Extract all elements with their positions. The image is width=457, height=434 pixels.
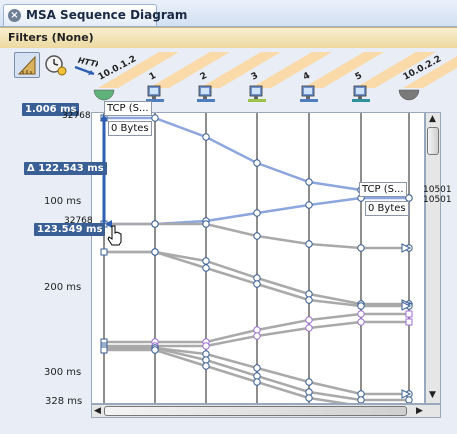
network-endpoint-icon[interactable] bbox=[398, 89, 420, 101]
packet-hop-dot bbox=[253, 232, 261, 240]
packet-hop-dot bbox=[305, 290, 313, 298]
time-axis-tick: 100 ms bbox=[44, 196, 82, 207]
node-label[interactable]: 5 bbox=[354, 71, 364, 83]
time-axis-tick: 300 ms bbox=[44, 367, 82, 378]
packet-path[interactable] bbox=[104, 318, 413, 350]
packet-hop-dot bbox=[253, 364, 261, 372]
packet-hop-dot bbox=[305, 240, 313, 248]
packet-hop-dot bbox=[357, 244, 365, 252]
diagram-area: HTTP 10.0.1.2 1 2 3 4 5 10.0.2.2 100 ms 200 ms 3… bbox=[0, 48, 457, 434]
packet-hop-dot bbox=[202, 342, 210, 350]
packet-hop-dot bbox=[202, 257, 210, 265]
cutoff-value: 32768 bbox=[62, 111, 91, 121]
packet-hop-dot bbox=[357, 396, 365, 404]
packet-hop-dot bbox=[305, 394, 313, 402]
time-axis-tick: 200 ms bbox=[44, 282, 82, 293]
packet-hop-dot bbox=[253, 326, 261, 334]
scroll-right-icon[interactable]: ▶ bbox=[416, 406, 423, 416]
packet-hop-dot bbox=[253, 372, 261, 380]
cutoff-value: 32768 bbox=[64, 216, 93, 226]
delta-time-marker: Δ 122.543 ms bbox=[24, 162, 107, 175]
packet-hop-dot bbox=[151, 114, 159, 122]
horizontal-scroll-thumb[interactable] bbox=[104, 406, 407, 416]
packet-hop-dot bbox=[202, 133, 210, 141]
packet-hop-dot bbox=[202, 264, 210, 272]
right-value: 10501 bbox=[423, 185, 452, 195]
computer-node-icon[interactable] bbox=[197, 85, 215, 102]
packet-hop-dot bbox=[305, 388, 313, 396]
packet-end-marker bbox=[405, 310, 413, 318]
tab-bar: × MSA Sequence Diagram bbox=[0, 0, 457, 27]
packet-path[interactable] bbox=[104, 310, 413, 346]
packet-hop-dot bbox=[305, 296, 313, 304]
tab-msa-sequence-diagram[interactable]: × MSA Sequence Diagram bbox=[3, 4, 187, 26]
scroll-down-icon[interactable]: ▼ bbox=[429, 390, 436, 400]
node-label[interactable]: 1 bbox=[148, 71, 158, 83]
packet-annotation-detail: 0 Bytes bbox=[108, 121, 152, 136]
network-endpoint-icon[interactable] bbox=[93, 89, 115, 101]
scroll-left-icon[interactable]: ◀ bbox=[94, 406, 101, 416]
tab-title: MSA Sequence Diagram bbox=[26, 8, 188, 22]
packet-hop-dot bbox=[305, 324, 313, 332]
packet-source-marker[interactable] bbox=[100, 248, 108, 256]
vertical-scroll-thumb[interactable] bbox=[427, 127, 439, 155]
time-axis-tick: 328 ms bbox=[45, 396, 83, 407]
packet-hop-dot bbox=[202, 220, 210, 228]
node-label[interactable]: 3 bbox=[250, 71, 260, 83]
packet-annotation-title[interactable]: TCP (S... bbox=[104, 101, 152, 116]
packet-annotation-detail: 0 Bytes bbox=[365, 201, 409, 216]
packet-hop-dot bbox=[305, 378, 313, 386]
packet-hop-dot bbox=[253, 159, 261, 167]
filter-bar[interactable]: Filters (None) bbox=[0, 27, 457, 49]
msa-sequence-diagram-window: × MSA Sequence Diagram Filters (None) HT… bbox=[0, 0, 457, 434]
packet-hop-dot bbox=[357, 318, 365, 326]
packet-source-marker[interactable] bbox=[100, 346, 108, 354]
packet-hop-dot bbox=[253, 332, 261, 340]
sequence-lines bbox=[100, 113, 413, 410]
packet-path[interactable] bbox=[104, 248, 413, 308]
packet-hop-dot bbox=[151, 220, 159, 228]
computer-node-icon[interactable] bbox=[352, 85, 370, 102]
hand-cursor-icon bbox=[107, 225, 122, 246]
sequence-plot[interactable] bbox=[91, 112, 425, 410]
packet-path[interactable] bbox=[104, 344, 413, 398]
packet-end-marker bbox=[405, 318, 413, 326]
packet-hop-dot bbox=[253, 209, 261, 217]
close-icon[interactable]: × bbox=[8, 9, 21, 22]
packet-hop-dot bbox=[253, 274, 261, 282]
packet-hop-dot bbox=[202, 362, 210, 370]
computer-node-icon[interactable] bbox=[300, 85, 318, 102]
right-value: 10501 bbox=[423, 195, 452, 205]
packet-hop-dot bbox=[202, 350, 210, 358]
packet-hop-dot bbox=[405, 396, 413, 404]
computer-node-icon[interactable] bbox=[146, 85, 164, 102]
packet-hop-dot bbox=[305, 201, 313, 209]
computer-node-icon[interactable] bbox=[248, 85, 266, 102]
node-label[interactable]: 2 bbox=[199, 71, 209, 83]
packet-annotation-title[interactable]: TCP (S... bbox=[359, 182, 407, 197]
node-label[interactable]: 4 bbox=[302, 71, 312, 83]
horizontal-scrollbar[interactable]: ◀ ▶ bbox=[91, 404, 441, 418]
packet-hop-dot bbox=[305, 316, 313, 324]
packet-hop-dot bbox=[151, 248, 159, 256]
packet-hop-dot bbox=[357, 310, 365, 318]
packet-hop-dot bbox=[253, 280, 261, 288]
packet-hop-dot bbox=[202, 356, 210, 364]
packet-hop-dot bbox=[357, 302, 365, 310]
packet-hop-dot bbox=[357, 390, 365, 398]
filter-status[interactable]: Filters (None) bbox=[8, 31, 94, 44]
packet-hop-dot bbox=[305, 178, 313, 186]
vertical-scrollbar[interactable]: ▲ ▼ bbox=[425, 112, 441, 404]
packet-hop-dot bbox=[151, 346, 159, 354]
scroll-up-icon[interactable]: ▲ bbox=[429, 114, 436, 124]
packet-hop-dot bbox=[253, 378, 261, 386]
packet-path[interactable] bbox=[104, 220, 413, 252]
